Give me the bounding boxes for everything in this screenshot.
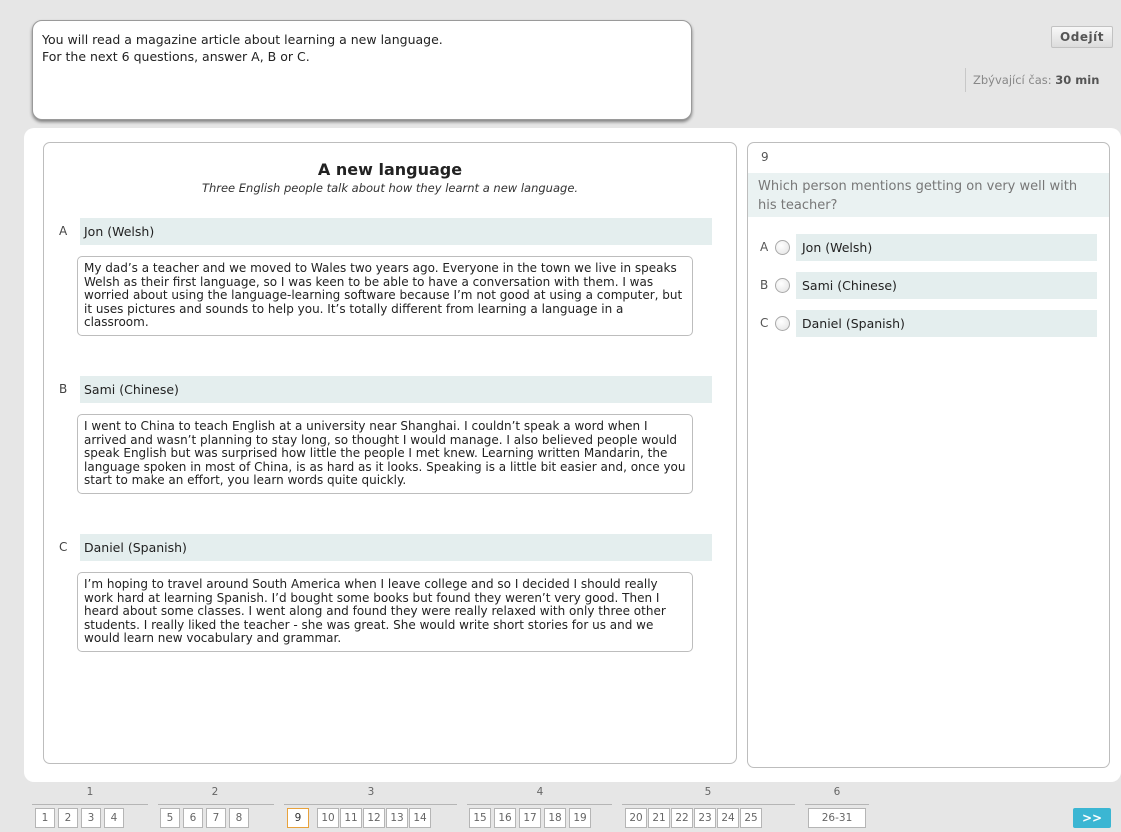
option-c[interactable]: C Daniel (Spanish) [748,310,1109,337]
question-button[interactable]: 26-31 [808,808,866,828]
option-label[interactable]: Sami (Chinese) [796,272,1097,299]
question-button[interactable]: 17 [519,808,541,828]
next-button[interactable]: >> [1073,808,1111,828]
person-letter: A [59,224,68,238]
person-name: Daniel (Spanish) [80,534,712,561]
question-panel: 9 Which person mentions getting on very … [747,142,1110,768]
instructions-line-1: You will read a magazine article about l… [42,32,443,47]
question-button[interactable]: 4 [104,808,124,828]
question-button[interactable]: 6 [183,808,203,828]
group-label: 6 [833,786,841,798]
question-button[interactable]: 12 [363,808,385,828]
person-text: I went to China to teach English at a un… [77,414,693,494]
option-label[interactable]: Jon (Welsh) [796,234,1097,261]
question-button[interactable]: 2 [58,808,78,828]
question-button[interactable]: 25 [740,808,762,828]
group-label: 5 [704,786,712,798]
question-button[interactable]: 3 [81,808,101,828]
reading-panel: A new language Three English people talk… [43,142,737,764]
timer-value: 30 min [1055,73,1100,87]
person-name: Jon (Welsh) [80,218,712,245]
instructions-box: You will read a magazine article about l… [32,20,692,120]
group-divider [622,804,795,805]
main-panel: A new language Three English people talk… [24,128,1121,782]
radio-button[interactable] [775,240,790,255]
group-label: 1 [86,786,94,798]
article-subtitle: Three English people talk about how they… [201,181,579,195]
question-button[interactable]: 8 [229,808,249,828]
question-button[interactable]: 18 [544,808,566,828]
question-button[interactable]: 14 [409,808,431,828]
question-button[interactable]: 22 [671,808,693,828]
person-letter: C [59,540,68,554]
radio-button[interactable] [775,316,790,331]
option-b[interactable]: B Sami (Chinese) [748,272,1109,299]
question-button[interactable]: 16 [494,808,516,828]
person-text: My dad’s a teacher and we moved to Wales… [77,256,693,336]
timer: Zbývající čas: 30 min [965,68,1099,92]
question-button[interactable]: 10 [317,808,339,828]
person-text: I’m hoping to travel around South Americ… [77,572,693,652]
question-button[interactable]: 1 [35,808,55,828]
question-button[interactable]: 23 [694,808,716,828]
question-button[interactable]: 13 [386,808,408,828]
option-letter: A [760,240,769,254]
timer-label: Zbývající čas: [973,73,1052,87]
question-button[interactable]: 5 [160,808,180,828]
exit-button[interactable]: Odejít [1051,26,1113,48]
question-button[interactable]: 15 [469,808,491,828]
question-button[interactable]: 21 [648,808,670,828]
group-divider [284,804,457,805]
question-button[interactable]: 20 [625,808,647,828]
group-label: 4 [536,786,544,798]
question-navigation: 1 2 3 4 5 6 1 2 3 4 5 6 7 8 9 10 11 12 1… [0,784,1121,832]
group-divider [32,804,148,805]
group-divider [158,804,274,805]
option-letter: B [760,278,769,292]
article-title: A new language [317,160,463,179]
person-name: Sami (Chinese) [80,376,712,403]
question-button[interactable]: 7 [206,808,226,828]
question-number: 9 [761,150,769,164]
person-letter: B [59,382,68,396]
option-letter: C [760,316,769,330]
group-label: 3 [367,786,375,798]
group-divider [805,804,869,805]
instructions-line-2: For the next 6 questions, answer A, B or… [42,49,310,64]
option-label[interactable]: Daniel (Spanish) [796,310,1097,337]
question-button-current[interactable]: 9 [287,808,309,828]
question-button[interactable]: 24 [717,808,739,828]
group-label: 2 [211,786,219,798]
group-divider [467,804,612,805]
radio-button[interactable] [775,278,790,293]
option-a[interactable]: A Jon (Welsh) [748,234,1109,261]
question-button[interactable]: 11 [340,808,362,828]
question-button[interactable]: 19 [569,808,591,828]
question-text: Which person mentions getting on very we… [748,173,1109,217]
